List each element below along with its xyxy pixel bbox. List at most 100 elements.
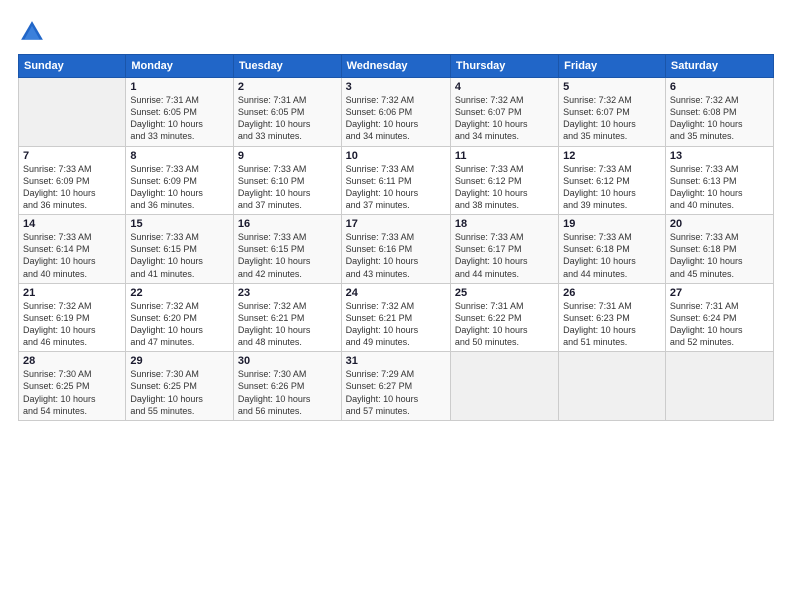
header-row: SundayMondayTuesdayWednesdayThursdayFrid… <box>19 55 774 78</box>
day-number: 16 <box>238 218 337 230</box>
day-cell: 1Sunrise: 7:31 AMSunset: 6:05 PMDaylight… <box>126 78 234 147</box>
calendar-body: 1Sunrise: 7:31 AMSunset: 6:05 PMDaylight… <box>19 78 774 421</box>
calendar-header: SundayMondayTuesdayWednesdayThursdayFrid… <box>19 55 774 78</box>
header <box>18 18 774 46</box>
day-number: 20 <box>670 218 769 230</box>
day-cell: 24Sunrise: 7:32 AMSunset: 6:21 PMDayligh… <box>341 283 450 352</box>
day-cell: 29Sunrise: 7:30 AMSunset: 6:25 PMDayligh… <box>126 352 234 421</box>
day-info: Sunrise: 7:33 AMSunset: 6:10 PMDaylight:… <box>238 163 337 212</box>
day-cell: 26Sunrise: 7:31 AMSunset: 6:23 PMDayligh… <box>559 283 666 352</box>
day-cell: 13Sunrise: 7:33 AMSunset: 6:13 PMDayligh… <box>665 146 773 215</box>
day-cell: 21Sunrise: 7:32 AMSunset: 6:19 PMDayligh… <box>19 283 126 352</box>
day-info: Sunrise: 7:33 AMSunset: 6:16 PMDaylight:… <box>346 231 446 280</box>
day-info: Sunrise: 7:32 AMSunset: 6:21 PMDaylight:… <box>238 300 337 349</box>
week-row-4: 28Sunrise: 7:30 AMSunset: 6:25 PMDayligh… <box>19 352 774 421</box>
day-info: Sunrise: 7:31 AMSunset: 6:05 PMDaylight:… <box>130 94 229 143</box>
day-number: 31 <box>346 355 446 367</box>
day-number: 18 <box>455 218 554 230</box>
day-cell: 27Sunrise: 7:31 AMSunset: 6:24 PMDayligh… <box>665 283 773 352</box>
day-info: Sunrise: 7:32 AMSunset: 6:08 PMDaylight:… <box>670 94 769 143</box>
logo <box>18 18 50 46</box>
day-number: 26 <box>563 287 661 299</box>
day-number: 17 <box>346 218 446 230</box>
day-info: Sunrise: 7:31 AMSunset: 6:24 PMDaylight:… <box>670 300 769 349</box>
header-cell-sunday: Sunday <box>19 55 126 78</box>
day-info: Sunrise: 7:33 AMSunset: 6:13 PMDaylight:… <box>670 163 769 212</box>
page: SundayMondayTuesdayWednesdayThursdayFrid… <box>0 0 792 612</box>
day-info: Sunrise: 7:30 AMSunset: 6:25 PMDaylight:… <box>23 368 121 417</box>
day-info: Sunrise: 7:33 AMSunset: 6:14 PMDaylight:… <box>23 231 121 280</box>
day-number: 25 <box>455 287 554 299</box>
day-info: Sunrise: 7:32 AMSunset: 6:20 PMDaylight:… <box>130 300 229 349</box>
day-info: Sunrise: 7:30 AMSunset: 6:25 PMDaylight:… <box>130 368 229 417</box>
header-cell-tuesday: Tuesday <box>233 55 341 78</box>
day-info: Sunrise: 7:32 AMSunset: 6:21 PMDaylight:… <box>346 300 446 349</box>
day-cell <box>19 78 126 147</box>
day-number: 14 <box>23 218 121 230</box>
day-number: 2 <box>238 81 337 93</box>
day-info: Sunrise: 7:33 AMSunset: 6:17 PMDaylight:… <box>455 231 554 280</box>
day-info: Sunrise: 7:33 AMSunset: 6:15 PMDaylight:… <box>130 231 229 280</box>
day-cell: 20Sunrise: 7:33 AMSunset: 6:18 PMDayligh… <box>665 215 773 284</box>
day-number: 22 <box>130 287 229 299</box>
day-number: 4 <box>455 81 554 93</box>
day-number: 29 <box>130 355 229 367</box>
week-row-3: 21Sunrise: 7:32 AMSunset: 6:19 PMDayligh… <box>19 283 774 352</box>
day-cell: 8Sunrise: 7:33 AMSunset: 6:09 PMDaylight… <box>126 146 234 215</box>
day-info: Sunrise: 7:31 AMSunset: 6:05 PMDaylight:… <box>238 94 337 143</box>
day-number: 12 <box>563 150 661 162</box>
day-info: Sunrise: 7:30 AMSunset: 6:26 PMDaylight:… <box>238 368 337 417</box>
header-cell-friday: Friday <box>559 55 666 78</box>
day-cell: 31Sunrise: 7:29 AMSunset: 6:27 PMDayligh… <box>341 352 450 421</box>
day-cell: 2Sunrise: 7:31 AMSunset: 6:05 PMDaylight… <box>233 78 341 147</box>
day-number: 6 <box>670 81 769 93</box>
day-info: Sunrise: 7:33 AMSunset: 6:12 PMDaylight:… <box>455 163 554 212</box>
day-number: 10 <box>346 150 446 162</box>
day-info: Sunrise: 7:29 AMSunset: 6:27 PMDaylight:… <box>346 368 446 417</box>
day-number: 21 <box>23 287 121 299</box>
day-number: 27 <box>670 287 769 299</box>
week-row-0: 1Sunrise: 7:31 AMSunset: 6:05 PMDaylight… <box>19 78 774 147</box>
day-number: 7 <box>23 150 121 162</box>
day-cell: 16Sunrise: 7:33 AMSunset: 6:15 PMDayligh… <box>233 215 341 284</box>
day-number: 3 <box>346 81 446 93</box>
day-info: Sunrise: 7:31 AMSunset: 6:22 PMDaylight:… <box>455 300 554 349</box>
day-number: 15 <box>130 218 229 230</box>
day-number: 19 <box>563 218 661 230</box>
day-cell: 7Sunrise: 7:33 AMSunset: 6:09 PMDaylight… <box>19 146 126 215</box>
header-cell-thursday: Thursday <box>450 55 558 78</box>
day-number: 5 <box>563 81 661 93</box>
day-cell: 22Sunrise: 7:32 AMSunset: 6:20 PMDayligh… <box>126 283 234 352</box>
day-info: Sunrise: 7:32 AMSunset: 6:07 PMDaylight:… <box>455 94 554 143</box>
day-cell: 18Sunrise: 7:33 AMSunset: 6:17 PMDayligh… <box>450 215 558 284</box>
day-number: 23 <box>238 287 337 299</box>
day-number: 1 <box>130 81 229 93</box>
week-row-2: 14Sunrise: 7:33 AMSunset: 6:14 PMDayligh… <box>19 215 774 284</box>
day-info: Sunrise: 7:33 AMSunset: 6:09 PMDaylight:… <box>23 163 121 212</box>
day-info: Sunrise: 7:33 AMSunset: 6:11 PMDaylight:… <box>346 163 446 212</box>
day-cell: 28Sunrise: 7:30 AMSunset: 6:25 PMDayligh… <box>19 352 126 421</box>
day-info: Sunrise: 7:32 AMSunset: 6:06 PMDaylight:… <box>346 94 446 143</box>
header-cell-wednesday: Wednesday <box>341 55 450 78</box>
day-cell: 5Sunrise: 7:32 AMSunset: 6:07 PMDaylight… <box>559 78 666 147</box>
day-cell: 14Sunrise: 7:33 AMSunset: 6:14 PMDayligh… <box>19 215 126 284</box>
header-cell-saturday: Saturday <box>665 55 773 78</box>
logo-icon <box>18 18 46 46</box>
header-cell-monday: Monday <box>126 55 234 78</box>
day-info: Sunrise: 7:33 AMSunset: 6:12 PMDaylight:… <box>563 163 661 212</box>
day-cell <box>665 352 773 421</box>
week-row-1: 7Sunrise: 7:33 AMSunset: 6:09 PMDaylight… <box>19 146 774 215</box>
day-info: Sunrise: 7:32 AMSunset: 6:07 PMDaylight:… <box>563 94 661 143</box>
day-cell: 25Sunrise: 7:31 AMSunset: 6:22 PMDayligh… <box>450 283 558 352</box>
day-number: 11 <box>455 150 554 162</box>
calendar-table: SundayMondayTuesdayWednesdayThursdayFrid… <box>18 54 774 421</box>
day-number: 28 <box>23 355 121 367</box>
day-number: 30 <box>238 355 337 367</box>
day-number: 24 <box>346 287 446 299</box>
day-cell: 30Sunrise: 7:30 AMSunset: 6:26 PMDayligh… <box>233 352 341 421</box>
day-number: 13 <box>670 150 769 162</box>
day-cell: 6Sunrise: 7:32 AMSunset: 6:08 PMDaylight… <box>665 78 773 147</box>
day-cell: 4Sunrise: 7:32 AMSunset: 6:07 PMDaylight… <box>450 78 558 147</box>
day-info: Sunrise: 7:33 AMSunset: 6:18 PMDaylight:… <box>670 231 769 280</box>
day-info: Sunrise: 7:33 AMSunset: 6:15 PMDaylight:… <box>238 231 337 280</box>
